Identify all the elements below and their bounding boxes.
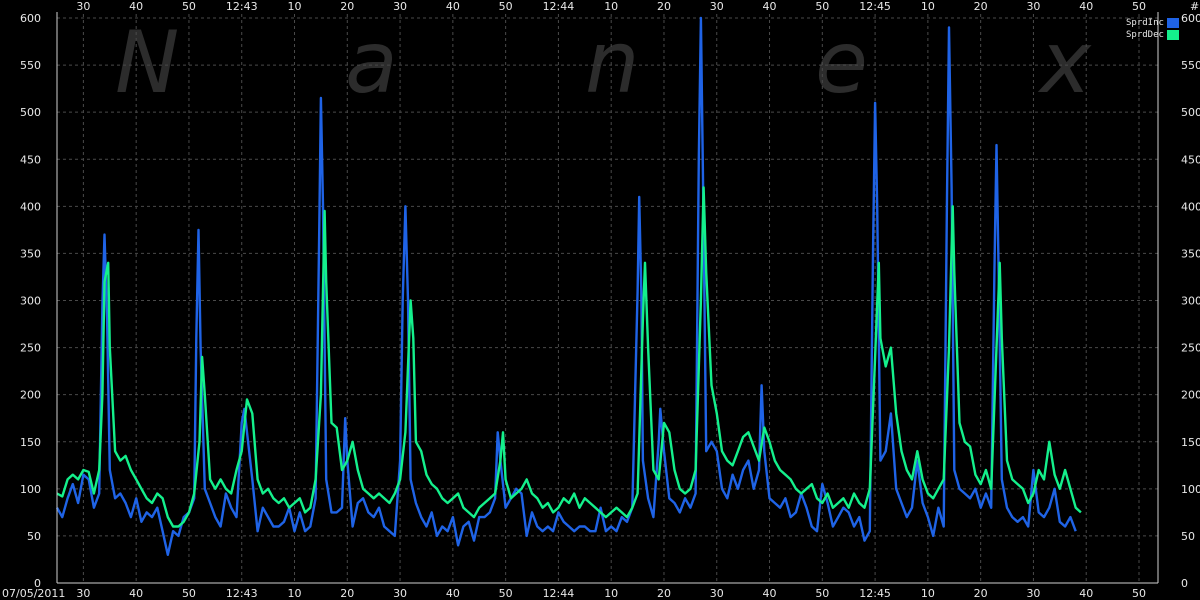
x-tick-label-top: 12:44 xyxy=(543,0,575,13)
watermark-letter: a xyxy=(345,13,398,113)
y-tick-label-left: 200 xyxy=(20,389,41,402)
y-tick-label-right: 50 xyxy=(1181,530,1195,543)
y-tick-label-right: 600 xyxy=(1181,12,1200,25)
x-tick-label-bottom: 20 xyxy=(657,587,671,600)
x-tick-label-bottom: 40 xyxy=(1079,587,1093,600)
x-tick-label-top: 40 xyxy=(763,0,777,13)
date-label: 07/05/2011 xyxy=(2,587,65,600)
x-tick-label-bottom: 50 xyxy=(1132,587,1146,600)
y-tick-label-right: 500 xyxy=(1181,106,1200,119)
x-tick-label-bottom: 50 xyxy=(815,587,829,600)
watermark-letter: x xyxy=(1037,13,1092,113)
x-tick-label-bottom: 50 xyxy=(499,587,513,600)
y-tick-label-left: 500 xyxy=(20,106,41,119)
x-tick-label-bottom: 30 xyxy=(1026,587,1040,600)
x-tick-label-top: 10 xyxy=(288,0,302,13)
y-tick-label-right: 100 xyxy=(1181,483,1200,496)
y-tick-label-right: 150 xyxy=(1181,436,1200,449)
x-tick-label-top: 40 xyxy=(129,0,143,13)
x-tick-label-bottom: 40 xyxy=(446,587,460,600)
x-tick-label-bottom: 12:44 xyxy=(543,587,575,600)
y-tick-label-left: 550 xyxy=(20,59,41,72)
x-tick-label-bottom: 10 xyxy=(604,587,618,600)
x-tick-label-bottom: 12:45 xyxy=(859,587,891,600)
x-tick-label-bottom: 50 xyxy=(182,587,196,600)
watermark-letter: e xyxy=(815,13,868,113)
unit-label: # xyxy=(1190,0,1199,13)
x-tick-label-top: 50 xyxy=(182,0,196,13)
x-tick-label-bottom: 10 xyxy=(288,587,302,600)
x-tick-label-bottom: 12:43 xyxy=(226,587,258,600)
y-tick-label-right: 450 xyxy=(1181,153,1200,166)
y-tick-label-right: 550 xyxy=(1181,59,1200,72)
y-tick-label-left: 100 xyxy=(20,483,41,496)
x-tick-label-top: 30 xyxy=(710,0,724,13)
x-tick-label-top: 30 xyxy=(76,0,90,13)
x-tick-label-top: 12:43 xyxy=(226,0,258,13)
y-tick-label-right: 350 xyxy=(1181,247,1200,260)
legend-swatch xyxy=(1167,18,1179,28)
x-tick-label-top: 50 xyxy=(1132,0,1146,13)
y-tick-label-right: 250 xyxy=(1181,342,1200,355)
x-tick-label-top: 50 xyxy=(499,0,513,13)
x-tick-label-bottom: 30 xyxy=(393,587,407,600)
x-tick-label-top: 10 xyxy=(921,0,935,13)
y-tick-label-left: 600 xyxy=(20,12,41,25)
chart: Nanex 0 050 50100 100150 150200 200250 250300 3… xyxy=(0,0,1200,600)
x-tick-label-top: 20 xyxy=(340,0,354,13)
watermark-letter: n xyxy=(585,13,640,113)
y-tick-label-left: 400 xyxy=(20,200,41,213)
x-tick-label-top: 40 xyxy=(446,0,460,13)
legend-swatch xyxy=(1167,30,1179,40)
x-tick-label-bottom: 40 xyxy=(129,587,143,600)
x-tick-label-top: 30 xyxy=(1026,0,1040,13)
legend-label: SprdDec xyxy=(1126,30,1164,40)
x-tick-label-bottom: 40 xyxy=(763,587,777,600)
x-tick-label-bottom: 10 xyxy=(921,587,935,600)
y-tick-label-right: 400 xyxy=(1181,200,1200,213)
y-tick-label-left: 450 xyxy=(20,153,41,166)
legend-label: SprdInc xyxy=(1126,18,1164,28)
watermark-letter: N xyxy=(115,13,179,113)
y-tick-label-right: 300 xyxy=(1181,295,1200,308)
x-tick-label-top: 12:45 xyxy=(859,0,891,13)
x-tick-label-bottom: 30 xyxy=(710,587,724,600)
x-tick-label-bottom: 20 xyxy=(340,587,354,600)
y-tick-label-right: 200 xyxy=(1181,389,1200,402)
y-tick-label-left: 300 xyxy=(20,295,41,308)
x-tick-label-top: 20 xyxy=(974,0,988,13)
y-tick-label-right: 0 xyxy=(1181,577,1188,590)
x-tick-label-bottom: 30 xyxy=(76,587,90,600)
x-tick-label-bottom: 20 xyxy=(974,587,988,600)
x-tick-label-top: 30 xyxy=(393,0,407,13)
x-tick-label-top: 40 xyxy=(1079,0,1093,13)
y-tick-label-left: 150 xyxy=(20,436,41,449)
y-tick-label-left: 250 xyxy=(20,342,41,355)
x-tick-label-top: 20 xyxy=(657,0,671,13)
y-tick-label-left: 50 xyxy=(27,530,41,543)
x-tick-label-top: 10 xyxy=(604,0,618,13)
y-tick-label-left: 350 xyxy=(20,247,41,260)
x-tick-label-top: 50 xyxy=(815,0,829,13)
